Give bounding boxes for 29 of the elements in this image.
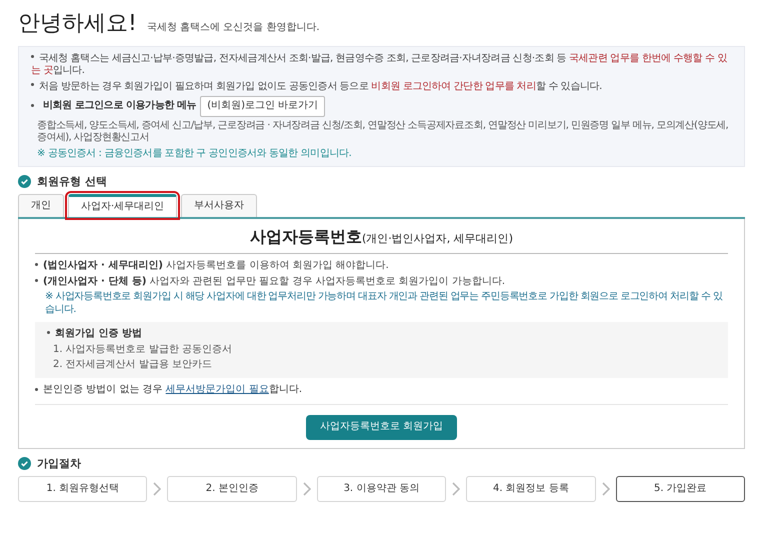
- notice-text: 국세청 홈택스는 세금신고·납부·증명발급, 전자세금계산서 조회·발급, 현금영수증 조회, 근로장려금·자녀장려금 신청·조회 등 국세관련 업무를 한번에 수행할 수 있는 곳입니다.: [31, 52, 728, 78]
- guest-login-button[interactable]: (비회원)로그인 바로가기: [200, 96, 326, 116]
- register-button[interactable]: 사업자등록번호로 회원가입: [306, 415, 458, 440]
- panel-title: 사업자등록번호(개인·법인사업자, 세무대리인): [35, 227, 728, 254]
- step-box: 4. 회원정보 등록: [466, 476, 596, 502]
- info-text: (법인사업자 · 세무대리인) 사업자등록번호를 이용하여 회원가입 해야합니다.: [35, 260, 728, 273]
- visit-text: 본인인증 방법이 없는 경우: [43, 384, 164, 396]
- member-type-tab[interactable]: 부서사용자: [181, 194, 258, 218]
- guest-menu-list: 종합소득세, 양도소득세, 증여세 신고/납부, 근로장려금 · 자녀장려금 신청/조회, 연말정산 소득공제자료조회, 연말정산 미리보기, 민원증명 일부 메뉴, 모의계산(양도세,증여세), 사업장현황신고서: [31, 120, 732, 144]
- step-box: 5. 가입완료: [616, 476, 746, 502]
- info-text: (개인사업자 · 단체 등) 사업자와 관련된 업무만 필요할 경우 사업자등록번호로 회원가입이 가능합니다.: [35, 276, 728, 288]
- step-box: 2. 본인인증: [167, 476, 297, 502]
- member-type-tab[interactable]: 개인: [18, 194, 64, 218]
- guest-menu-label: 비회원 로그인으로 이용가능한 메뉴: [43, 100, 196, 112]
- section-title: 회원유형 선택: [37, 175, 107, 189]
- visit-text: 합니다.: [268, 384, 302, 396]
- step-box: 3. 이용약관 동의: [316, 476, 446, 502]
- auth-method: 1. 사업자등록번호로 발급한 공동인증서: [52, 344, 234, 356]
- warning-note: ※ 사업자등록번호로 회원가입 시 해당 사업자에 대한 업무처리만 가능하며 대표자 개인과 관련된 업무는 주민등록번호로 가입한 회원으로 로그인하여 처리할 수 있습니다.: [44, 291, 724, 316]
- member-type-tab[interactable]: 사업자·세무대리인: [68, 194, 178, 218]
- step-box: 1. 회원유형선택: [18, 476, 148, 502]
- notice-text: 처음 방문하는 경우 회원가입이 필요하며 회원가입 없이도 공동인증서 등으로 비회원 로그인하여 간단한 업무를 처리할 수 있습니다.: [31, 80, 732, 93]
- certificate-note: ※ 공동인증서 : 금융인증서를 포함한 구 공인인증서와 동일한 의미입니다.: [36, 148, 352, 160]
- visit-link[interactable]: 세무서방문가입이 필요: [166, 384, 269, 396]
- welcome-text: 국세청 홈택스에 오신것을 환영합니다.: [146, 22, 320, 34]
- section-title: 가입절차: [37, 456, 81, 470]
- auth-heading: 회원가입 인증 방법: [55, 328, 142, 340]
- page-title: 안녕하세요!: [18, 10, 137, 38]
- auth-method: 2. 전자세금계산서 발급용 보안카드: [52, 359, 214, 372]
